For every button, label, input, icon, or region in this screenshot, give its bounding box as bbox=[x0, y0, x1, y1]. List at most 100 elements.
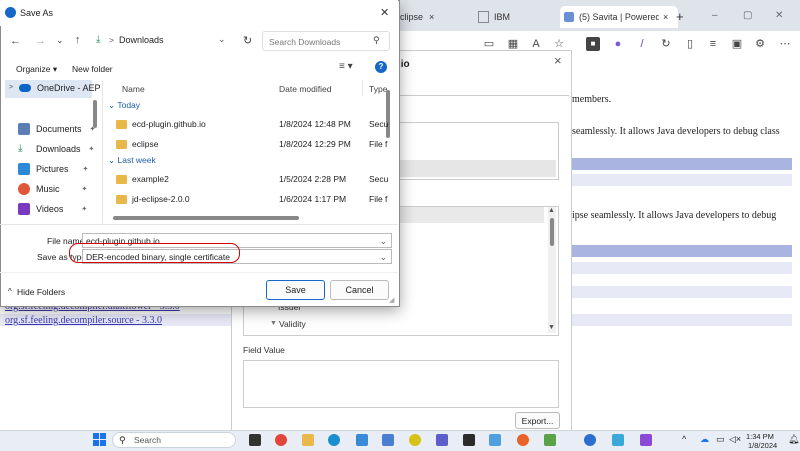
read-aloud-icon[interactable]: ▭ bbox=[482, 37, 496, 51]
sidebar-item-music[interactable]: Music ✦ bbox=[18, 183, 87, 195]
search-input[interactable]: Search Downloads ⚲ bbox=[262, 31, 390, 51]
up-arrow-icon[interactable]: ↑ bbox=[75, 34, 81, 46]
pen-icon[interactable]: / bbox=[635, 37, 649, 51]
horizontal-scrollbar-thumb[interactable] bbox=[113, 216, 299, 220]
browser-tab-ibm[interactable]: IBM bbox=[478, 6, 558, 28]
favorite-star-icon[interactable]: ☆ bbox=[552, 37, 566, 51]
breadcrumb[interactable]: ⤓ > Downloads ⌄ bbox=[92, 30, 240, 50]
app-icon[interactable] bbox=[612, 434, 624, 446]
chevron-down-icon[interactable]: ⌄ bbox=[380, 234, 387, 249]
tree-item-validity[interactable]: Validity bbox=[279, 319, 306, 329]
split-screen-icon[interactable]: ▯ bbox=[683, 37, 697, 51]
app-icon[interactable] bbox=[544, 434, 556, 446]
more-icon[interactable]: ⋯ bbox=[778, 37, 792, 51]
file-row[interactable]: ecd-plugin.github.io 1/8/2024 12:48 PM S… bbox=[108, 116, 392, 134]
notepad-icon[interactable] bbox=[356, 434, 368, 446]
chevron-down-icon[interactable]: ▼ bbox=[270, 320, 277, 327]
file-row[interactable]: jd-eclipse-2.0.0 1/6/2024 1:17 PM File f bbox=[108, 191, 392, 209]
browser-tab-eclipse[interactable]: clipse × bbox=[400, 6, 470, 28]
profile-icon[interactable]: ⚙ bbox=[753, 37, 767, 51]
chevron-down-icon[interactable]: ⌄ bbox=[380, 250, 387, 265]
resize-grip-icon[interactable]: ◢ bbox=[389, 296, 394, 304]
pin-icon[interactable]: ✦ bbox=[83, 165, 89, 173]
column-header-type[interactable]: Type bbox=[369, 84, 387, 94]
clock-time[interactable]: 1:34 PM bbox=[746, 432, 774, 441]
forward-arrow-icon[interactable]: → bbox=[35, 35, 46, 47]
maximize-icon[interactable]: ▢ bbox=[743, 10, 752, 21]
chevron-right-icon[interactable]: > bbox=[9, 84, 13, 91]
pin-icon[interactable]: ✦ bbox=[81, 205, 87, 213]
clock-date[interactable]: 1/8/2024 bbox=[748, 441, 777, 450]
link-decompiler-source[interactable]: org.sf.feeling.decompiler.source - 3.3.0 bbox=[5, 315, 162, 326]
file-row[interactable]: eclipse 1/8/2024 12:29 PM File f bbox=[108, 136, 392, 154]
file-type: Secu bbox=[369, 119, 389, 129]
refresh-icon[interactable]: ↻ bbox=[659, 37, 673, 51]
file-explorer-icon[interactable] bbox=[302, 434, 314, 446]
help-icon[interactable]: ? bbox=[375, 61, 387, 73]
start-icon[interactable] bbox=[93, 433, 106, 446]
chevron-down-icon[interactable]: ⌄ bbox=[218, 34, 226, 45]
view-options-icon[interactable]: ≡ ▾ bbox=[339, 61, 353, 72]
pin-icon[interactable]: ✦ bbox=[90, 125, 96, 133]
scrollbar-thumb[interactable] bbox=[550, 218, 554, 246]
app-icon[interactable] bbox=[382, 434, 394, 446]
qr-icon[interactable]: ▦ bbox=[506, 37, 520, 51]
scroll-up-icon[interactable]: ▲ bbox=[548, 207, 555, 214]
pin-icon[interactable]: ✦ bbox=[89, 145, 95, 153]
edge-icon bbox=[5, 7, 16, 18]
chrome-icon[interactable] bbox=[275, 434, 287, 446]
app-icon[interactable] bbox=[409, 434, 421, 446]
file-row[interactable]: example2 1/5/2024 2:28 PM Secu bbox=[108, 171, 392, 189]
cancel-button[interactable]: Cancel bbox=[330, 280, 389, 300]
chevron-up-icon[interactable]: ^ bbox=[682, 434, 686, 444]
sidebar-item-downloads[interactable]: ⤓ Downloads ✦ bbox=[18, 143, 94, 155]
teams-icon[interactable] bbox=[436, 434, 448, 446]
close-icon[interactable]: × bbox=[554, 53, 562, 68]
scroll-down-icon[interactable]: ▼ bbox=[548, 324, 555, 331]
sidebar-item-pictures[interactable]: Pictures ✦ bbox=[18, 163, 88, 175]
close-icon[interactable]: × bbox=[663, 12, 668, 22]
hide-folders-button[interactable]: Hide Folders bbox=[17, 287, 65, 297]
search-icon[interactable]: ⚲ bbox=[373, 35, 380, 46]
extension-icon[interactable]: ● bbox=[611, 37, 625, 51]
pin-icon[interactable]: ✦ bbox=[82, 185, 88, 193]
close-window-icon[interactable]: ✕ bbox=[775, 10, 783, 21]
firefox-icon[interactable] bbox=[517, 434, 529, 446]
new-tab-icon[interactable]: + bbox=[676, 9, 684, 24]
collections-icon[interactable]: ▣ bbox=[730, 37, 744, 51]
app-icon[interactable] bbox=[489, 434, 501, 446]
sidebar-item-documents[interactable]: Documents ✦ bbox=[18, 123, 95, 135]
back-arrow-icon[interactable]: ← bbox=[10, 35, 21, 47]
edge-icon[interactable] bbox=[328, 434, 340, 446]
organize-button[interactable]: Organize ▾ bbox=[16, 64, 57, 75]
sidebar-item-onedrive[interactable]: OneDrive - AEP bbox=[19, 83, 101, 93]
onedrive-icon[interactable]: ☁ bbox=[700, 434, 709, 445]
close-icon[interactable]: × bbox=[429, 12, 434, 22]
display-icon[interactable]: ▭ bbox=[716, 434, 725, 445]
volume-icon[interactable]: ◁× bbox=[729, 434, 741, 445]
column-header-date[interactable]: Date modified bbox=[279, 84, 331, 94]
browser-tab-savita[interactable]: (5) Savita | Powered by × bbox=[560, 6, 678, 28]
export-button[interactable]: Export... bbox=[515, 412, 560, 429]
taskbar-search[interactable]: ⚲ Search bbox=[112, 432, 236, 448]
notification-bell-icon[interactable]: 🔔︎ bbox=[788, 434, 799, 445]
extension-icon[interactable]: ■ bbox=[586, 37, 600, 51]
favorites-icon[interactable]: ≡ bbox=[706, 37, 720, 51]
app-icon[interactable] bbox=[640, 434, 652, 446]
group-header-today[interactable]: ⌄ Today bbox=[108, 100, 140, 111]
app-icon[interactable] bbox=[584, 434, 596, 446]
new-folder-button[interactable]: New folder bbox=[72, 64, 113, 74]
sidebar-item-videos[interactable]: Videos ✦ bbox=[18, 203, 87, 215]
save-button[interactable]: Save bbox=[266, 280, 325, 300]
terminal-icon[interactable] bbox=[463, 434, 475, 446]
breadcrumb-item-downloads[interactable]: Downloads bbox=[119, 35, 164, 45]
text-size-icon[interactable]: A bbox=[529, 37, 543, 51]
task-view-icon[interactable] bbox=[249, 434, 261, 446]
recent-dropdown-icon[interactable]: ⌄ bbox=[56, 35, 64, 46]
minimize-icon[interactable]: – bbox=[712, 10, 718, 21]
close-icon[interactable]: ✕ bbox=[380, 6, 389, 19]
chevron-up-icon[interactable]: ^ bbox=[8, 287, 12, 296]
refresh-icon[interactable]: ↻ bbox=[243, 34, 252, 47]
group-header-last-week[interactable]: ⌄ Last week bbox=[108, 155, 156, 166]
column-header-name[interactable]: Name bbox=[122, 84, 145, 94]
